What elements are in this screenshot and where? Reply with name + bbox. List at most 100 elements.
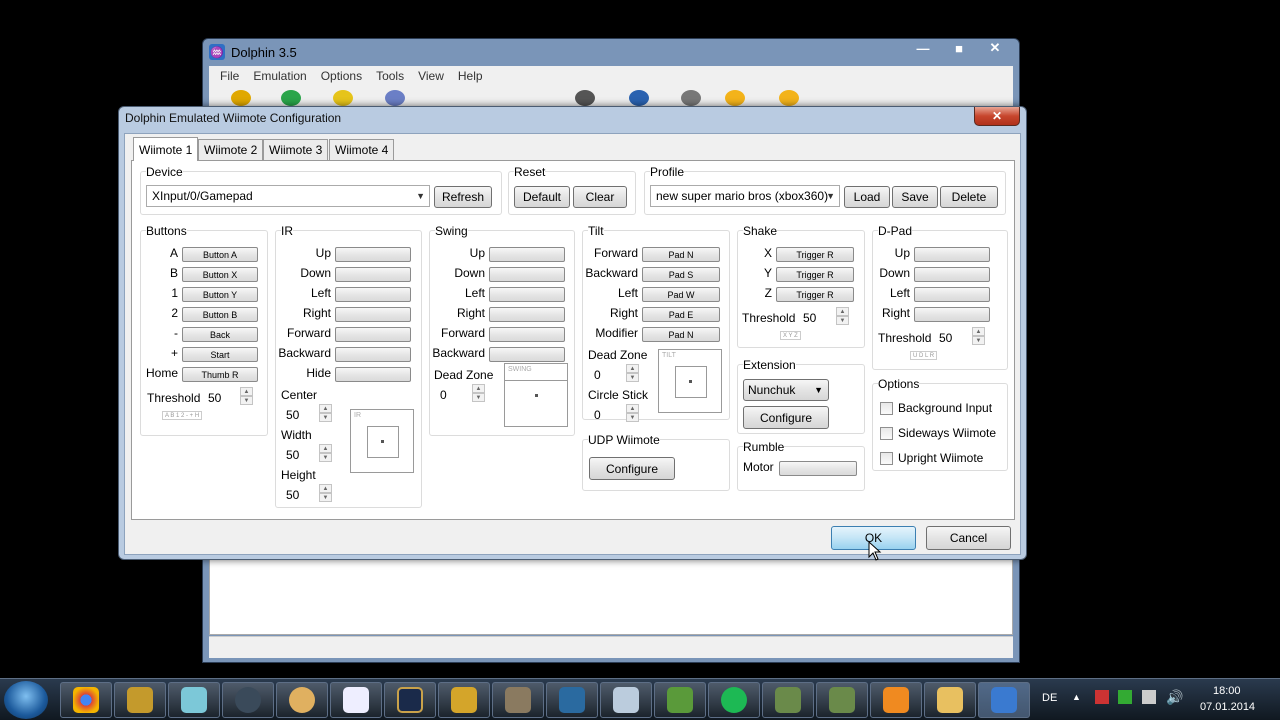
extension-select[interactable]: Nunchuk ▼ — [743, 379, 829, 401]
menu-tools[interactable]: Tools — [369, 69, 411, 83]
spin-down-icon[interactable]: ▼ — [319, 493, 332, 502]
taskbar-app-media[interactable] — [870, 682, 922, 718]
browse-icon[interactable] — [333, 90, 353, 106]
close-button[interactable]: ✕ — [977, 39, 1013, 57]
gcpad-icon[interactable] — [725, 90, 745, 106]
button-1-mapping[interactable]: Button Y — [182, 287, 258, 302]
profile-select[interactable]: new super mario bros (xbox360) ▼ — [650, 185, 840, 207]
ir-hide-mapping[interactable] — [335, 367, 411, 382]
udp-configure-button[interactable]: Configure — [589, 457, 675, 480]
battery-icon[interactable] — [1142, 690, 1156, 704]
spin-up-icon[interactable]: ▲ — [319, 484, 332, 493]
menu-help[interactable]: Help — [451, 69, 490, 83]
dpad-down-mapping[interactable] — [914, 267, 990, 282]
shake-x-mapping[interactable]: Trigger R — [776, 247, 854, 262]
clock-time[interactable]: 18:00 — [1213, 685, 1241, 697]
taskbar-app-dolphin[interactable] — [978, 682, 1030, 718]
menu-options[interactable]: Options — [314, 69, 369, 83]
delete-button[interactable]: Delete — [940, 186, 998, 208]
taskbar-app-league[interactable] — [384, 682, 436, 718]
spin-up-icon[interactable]: ▲ — [319, 404, 332, 413]
minimize-button[interactable]: — — [905, 39, 941, 57]
taskbar-app-gpu[interactable] — [546, 682, 598, 718]
swing-down-mapping[interactable] — [489, 267, 565, 282]
dpad-right-mapping[interactable] — [914, 307, 990, 322]
ir-left-mapping[interactable] — [335, 287, 411, 302]
taskbar-app-spotify[interactable] — [708, 682, 760, 718]
buttons-threshold-value[interactable]: 50 — [208, 391, 221, 405]
shake-z-mapping[interactable]: Trigger R — [776, 287, 854, 302]
ir-height-value[interactable]: 50 — [286, 488, 299, 502]
spin-down-icon[interactable]: ▼ — [626, 413, 639, 422]
taskbar-app-chrome[interactable] — [60, 682, 112, 718]
taskbar-app-gimp[interactable] — [492, 682, 544, 718]
taskbar-app-steam[interactable] — [222, 682, 274, 718]
spin-up-icon[interactable]: ▲ — [626, 364, 639, 373]
button-plus-mapping[interactable]: Start — [182, 347, 258, 362]
button-b-mapping[interactable]: Button X — [182, 267, 258, 282]
taskbar-app-minecraft[interactable] — [654, 682, 706, 718]
tilt-backward-mapping[interactable]: Pad S — [642, 267, 720, 282]
tilt-modifier-mapping[interactable]: Pad N — [642, 327, 720, 342]
cancel-button[interactable]: Cancel — [926, 526, 1011, 550]
button-a-mapping[interactable]: Button A — [182, 247, 258, 262]
device-select[interactable]: XInput/0/Gamepad ▼ — [146, 185, 430, 207]
button-minus-mapping[interactable]: Back — [182, 327, 258, 342]
button-2-mapping[interactable]: Button B — [182, 307, 258, 322]
start-button[interactable] — [4, 681, 48, 719]
tray-expand-icon[interactable]: ▲ — [1072, 692, 1081, 702]
taskbar-app-paint[interactable] — [276, 682, 328, 718]
tilt-forward-mapping[interactable]: Pad N — [642, 247, 720, 262]
menu-emulation[interactable]: Emulation — [246, 69, 313, 83]
tilt-deadzone-value[interactable]: 0 — [594, 368, 601, 382]
game-list[interactable] — [209, 555, 1013, 635]
dpad-up-mapping[interactable] — [914, 247, 990, 262]
spin-up-icon[interactable]: ▲ — [972, 327, 985, 336]
dpad-threshold-value[interactable]: 50 — [939, 331, 952, 345]
tilt-circle-value[interactable]: 0 — [594, 408, 601, 422]
ir-backward-mapping[interactable] — [335, 347, 411, 362]
tab-wiimote-2[interactable]: Wiimote 2 — [198, 139, 264, 160]
spin-down-icon[interactable]: ▼ — [240, 396, 253, 405]
save-button[interactable]: Save — [892, 186, 938, 208]
dsp-icon[interactable] — [681, 90, 701, 106]
dpad-left-mapping[interactable] — [914, 287, 990, 302]
spin-down-icon[interactable]: ▼ — [626, 373, 639, 382]
spin-up-icon[interactable]: ▲ — [472, 384, 485, 393]
play-icon[interactable] — [385, 90, 405, 106]
open-icon[interactable] — [231, 90, 251, 106]
ir-center-value[interactable]: 50 — [286, 408, 299, 422]
swing-left-mapping[interactable] — [489, 287, 565, 302]
ir-width-value[interactable]: 50 — [286, 448, 299, 462]
flag-icon[interactable] — [1095, 690, 1109, 704]
graphics-icon[interactable] — [629, 90, 649, 106]
rumble-motor-mapping[interactable] — [779, 461, 857, 476]
spin-down-icon[interactable]: ▼ — [319, 413, 332, 422]
refresh-icon[interactable] — [281, 90, 301, 106]
taskbar-app-notes[interactable] — [168, 682, 220, 718]
swing-deadzone-value[interactable]: 0 — [440, 388, 447, 402]
sideways-wiimote-checkbox[interactable]: Sideways Wiimote — [880, 426, 996, 440]
shake-y-mapping[interactable]: Trigger R — [776, 267, 854, 282]
tilt-left-mapping[interactable]: Pad W — [642, 287, 720, 302]
ir-forward-mapping[interactable] — [335, 327, 411, 342]
taskbar-app-app2[interactable] — [816, 682, 868, 718]
spin-down-icon[interactable]: ▼ — [836, 316, 849, 325]
background-input-checkbox[interactable]: Background Input — [880, 401, 992, 415]
spin-up-icon[interactable]: ▲ — [240, 387, 253, 396]
maximize-button[interactable]: ■ — [941, 39, 977, 57]
extension-configure-button[interactable]: Configure — [743, 406, 829, 429]
ir-right-mapping[interactable] — [335, 307, 411, 322]
button-home-mapping[interactable]: Thumb R — [182, 367, 258, 382]
swing-up-mapping[interactable] — [489, 247, 565, 262]
spin-down-icon[interactable]: ▼ — [972, 336, 985, 345]
dialog-close-button[interactable]: ✕ — [974, 107, 1020, 126]
taskbar-app-warcraft[interactable] — [114, 682, 166, 718]
tab-wiimote-4[interactable]: Wiimote 4 — [329, 139, 395, 160]
swing-forward-mapping[interactable] — [489, 327, 565, 342]
spin-down-icon[interactable]: ▼ — [319, 453, 332, 462]
taskbar-app-keyboard[interactable] — [600, 682, 652, 718]
tilt-right-mapping[interactable]: Pad E — [642, 307, 720, 322]
swing-backward-mapping[interactable] — [489, 347, 565, 362]
network-icon[interactable] — [1118, 690, 1132, 704]
